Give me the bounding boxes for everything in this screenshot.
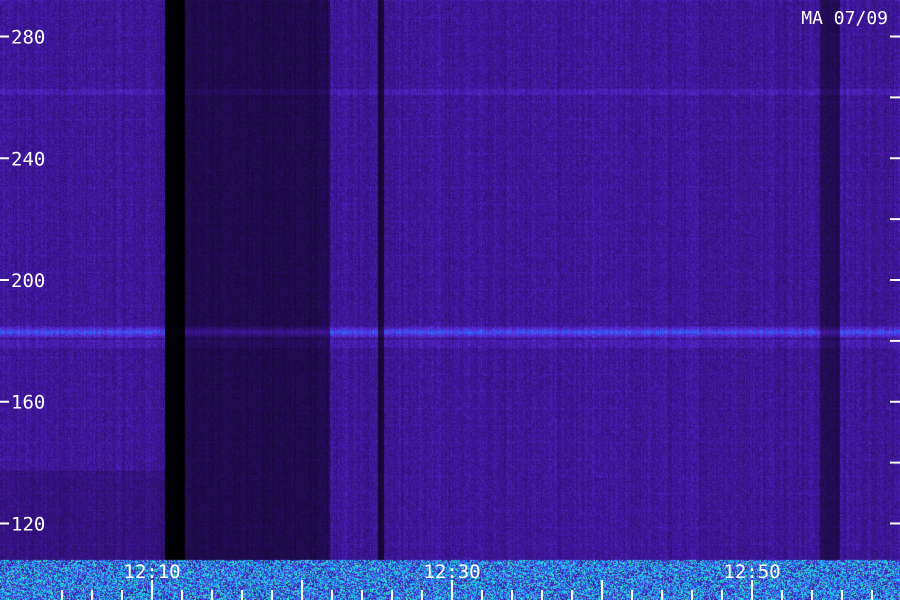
y-tick-label: 120 xyxy=(11,513,45,535)
axes-overlay: 120 160 200 240 280 12:10 12:30 12:50 MA 07/09 xyxy=(0,8,900,600)
x-tick-label: 12:50 xyxy=(723,561,780,583)
y-tick-label: 200 xyxy=(11,270,45,292)
x-axis: 12:10 12:30 12:50 xyxy=(61,561,873,600)
x-tick-label: 12:30 xyxy=(423,561,480,583)
y-axis-right xyxy=(890,35,900,525)
y-tick-label: 240 xyxy=(11,148,45,170)
y-tick-label: 160 xyxy=(11,392,45,414)
y-axis-left: 120 160 200 240 280 xyxy=(0,27,45,535)
station-date-label: MA 07/09 xyxy=(801,8,888,29)
x-tick-label: 12:10 xyxy=(123,561,180,583)
y-tick-label: 280 xyxy=(11,27,45,49)
